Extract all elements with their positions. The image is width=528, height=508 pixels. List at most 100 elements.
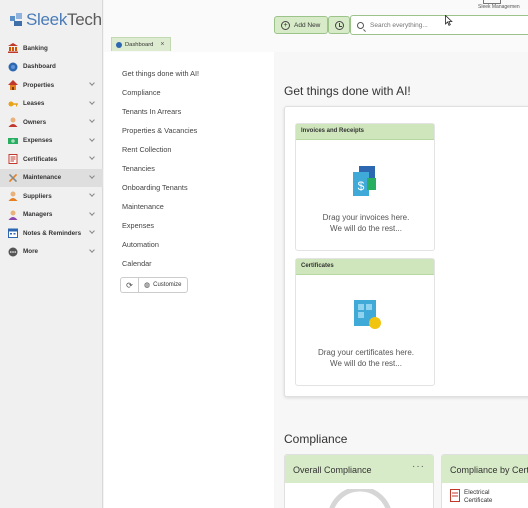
card-title: Certificates <box>296 259 434 275</box>
card-title: Compliance by Cert <box>450 465 528 475</box>
logo-icon <box>10 13 24 27</box>
close-icon[interactable]: × <box>160 41 164 48</box>
chevron-down-icon <box>89 117 95 123</box>
dashboard-section-menu: Get things done with AI! Compliance Tena… <box>104 52 274 508</box>
menu-link-compliance[interactable]: Compliance <box>122 88 161 97</box>
chevron-down-icon <box>89 80 95 86</box>
sidebar-item-label: More <box>23 248 39 256</box>
key-icon <box>8 99 18 109</box>
bank-icon <box>8 43 18 54</box>
add-new-button[interactable]: + Add New <box>274 16 328 34</box>
invoice-icon: $ <box>353 166 376 196</box>
customize-button[interactable]: ◍ Customize <box>138 277 188 293</box>
chevron-down-icon <box>89 191 95 197</box>
more-options-icon[interactable]: ··· <box>412 461 425 472</box>
logo-text: SleekTech <box>26 10 102 29</box>
logo[interactable]: SleekTech <box>10 10 102 30</box>
tab-label: Dashboard <box>125 41 154 48</box>
palette-icon: ◍ <box>144 282 151 289</box>
refresh-button[interactable]: ⟳ <box>120 277 138 293</box>
overall-compliance-card: Overall Compliance ··· <box>284 454 434 508</box>
certificate-drop-text-2: We will do the rest... <box>330 359 402 368</box>
sidebar-item-label: Banking <box>23 44 48 52</box>
chevron-down-icon <box>89 228 95 234</box>
menu-link-ai[interactable]: Get things done with AI! <box>122 69 199 78</box>
certificate-icon <box>450 489 460 502</box>
person-icon <box>8 117 18 128</box>
customize-label: Customize <box>153 282 182 288</box>
tools-icon <box>8 173 18 183</box>
compliance-by-certificate-card: Compliance by Cert Electrical Certificat… <box>441 454 528 508</box>
sidebar-item-more[interactable]: More <box>0 243 103 262</box>
house-icon <box>8 80 18 91</box>
sidebar-item-owners[interactable]: Owners <box>0 113 103 132</box>
menu-link-properties-vacancies[interactable]: Properties & Vacancies <box>122 126 197 135</box>
sidebar-item-properties[interactable]: Properties <box>0 76 103 95</box>
menu-link-automation[interactable]: Automation <box>122 240 159 249</box>
card-title: Invoices and Receipts <box>296 124 434 140</box>
refresh-icon: ⟳ <box>126 280 133 290</box>
menu-link-tenants-in-arrears[interactable]: Tenants In Arrears <box>122 107 181 116</box>
sidebar-item-label: Owners <box>23 118 47 126</box>
plus-icon: + <box>281 20 290 30</box>
sidebar-item-label: Notes & Reminders <box>23 229 82 237</box>
ai-section-panel: Invoices and Receipts $ Drag your invoic… <box>284 106 528 397</box>
sidebar-item-dashboard[interactable]: Dashboard <box>0 58 103 77</box>
sidebar: SleekTech Banking Dashboard Properties L… <box>0 0 103 508</box>
user-label[interactable]: Sleek Managemen <box>478 4 520 10</box>
sidebar-item-managers[interactable]: Managers <box>0 206 103 225</box>
sidebar-item-maintenance[interactable]: Maintenance <box>0 168 103 187</box>
certificate-icon <box>8 154 18 165</box>
mouse-cursor-icon <box>445 15 453 26</box>
money-icon <box>8 136 18 146</box>
chevron-down-icon <box>89 209 95 216</box>
certificate-type-label: Electrical Certificate <box>464 489 493 504</box>
sidebar-item-leases[interactable]: Leases <box>0 95 103 114</box>
chevron-down-icon <box>89 154 95 160</box>
add-new-label: Add New <box>294 21 321 29</box>
dashboard-icon <box>116 41 122 48</box>
person-icon <box>8 210 18 220</box>
chevron-down-icon <box>89 246 95 253</box>
menu-link-rent-collection[interactable]: Rent Collection <box>122 145 171 154</box>
sidebar-item-label: Dashboard <box>23 63 56 71</box>
sidebar-item-label: Expenses <box>23 137 53 145</box>
certificates-dropzone[interactable]: Certificates Drag your certificates here… <box>295 258 435 386</box>
sidebar-item-label: Maintenance <box>23 174 62 182</box>
compliance-gauge <box>329 489 391 508</box>
sidebar-item-banking[interactable]: Banking <box>0 39 103 58</box>
chevron-down-icon <box>89 98 95 105</box>
sidebar-item-label: Managers <box>23 211 53 219</box>
sidebar-item-notes-reminders[interactable]: Notes & Reminders <box>0 224 103 243</box>
dashboard-icon <box>8 62 18 72</box>
sidebar-item-label: Properties <box>23 81 55 89</box>
ai-section-heading: Get things done with AI! <box>284 84 411 98</box>
chevron-down-icon <box>89 135 95 142</box>
sidebar-item-certificates[interactable]: Certificates <box>0 150 103 169</box>
menu-link-expenses[interactable]: Expenses <box>122 221 154 230</box>
sidebar-item-label: Leases <box>23 100 45 108</box>
main-content: Get things done with AI! Invoices and Re… <box>274 52 528 508</box>
menu-link-calendar[interactable]: Calendar <box>122 259 152 268</box>
person-icon <box>8 191 18 202</box>
sidebar-item-label: Suppliers <box>23 192 52 200</box>
chevron-down-icon <box>89 172 95 179</box>
invoice-drop-text-1: Drag your invoices here. <box>322 213 410 222</box>
tab-dashboard[interactable]: Dashboard × <box>111 37 171 51</box>
sidebar-item-suppliers[interactable]: Suppliers <box>0 187 103 206</box>
card-title: Overall Compliance <box>293 465 372 475</box>
invoices-dropzone[interactable]: Invoices and Receipts $ Drag your invoic… <box>295 123 435 251</box>
compliance-section-heading: Compliance <box>284 432 348 446</box>
search-box[interactable] <box>350 15 528 35</box>
search-icon <box>357 21 364 29</box>
certificate-icon <box>354 300 381 329</box>
calendar-icon <box>8 228 18 239</box>
sidebar-item-expenses[interactable]: Expenses <box>0 132 103 151</box>
menu-link-maintenance[interactable]: Maintenance <box>122 202 164 211</box>
sidebar-item-label: Certificates <box>23 155 58 163</box>
menu-link-onboarding-tenants[interactable]: Onboarding Tenants <box>122 183 188 192</box>
sidebar-nav: Banking Dashboard Properties Leases Owne… <box>0 39 103 261</box>
menu-link-tenancies[interactable]: Tenancies <box>122 164 155 173</box>
certificate-drop-text-1: Drag your certificates here. <box>317 348 415 357</box>
history-button[interactable] <box>328 16 350 34</box>
